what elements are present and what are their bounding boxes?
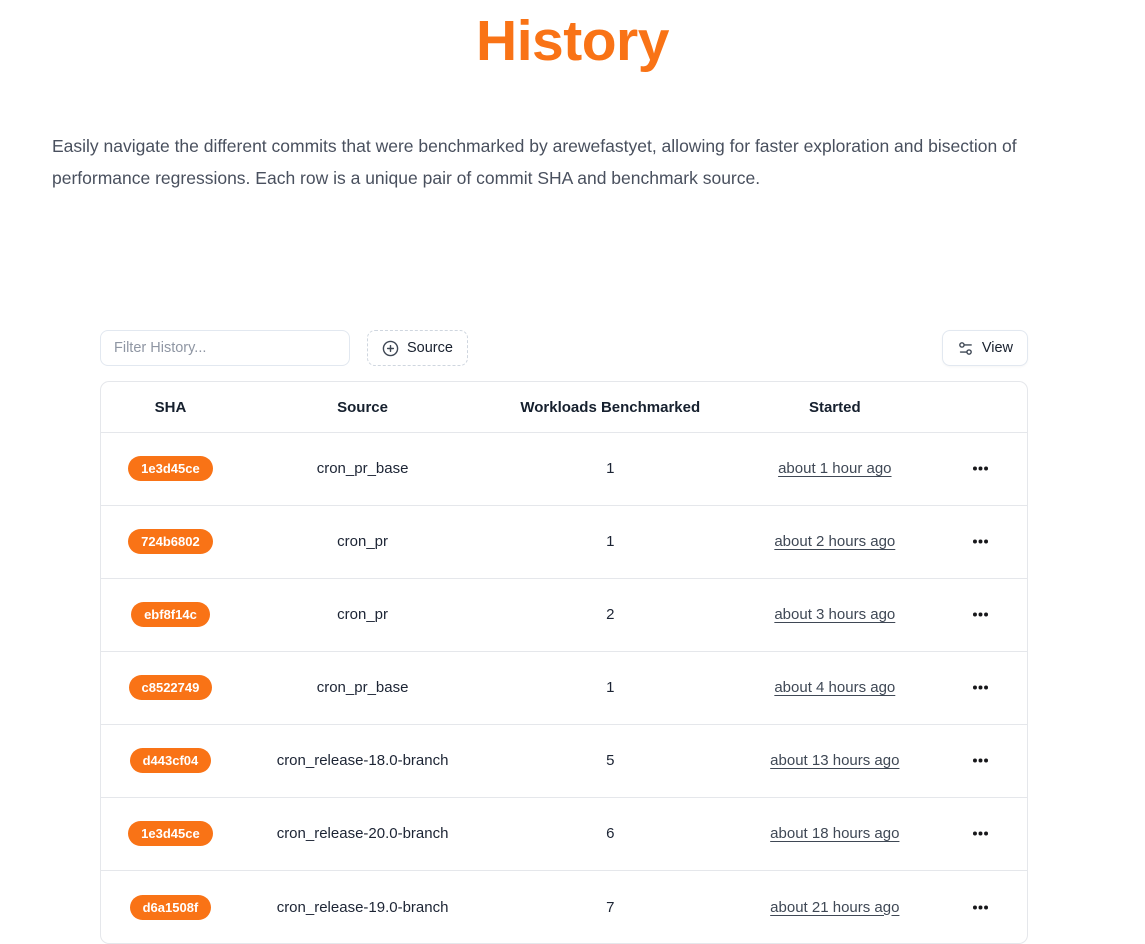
commit-sha-badge[interactable]: 1e3d45ce <box>128 821 213 846</box>
sha-cell: 1e3d45ce <box>101 432 240 505</box>
workloads-cell: 7 <box>485 870 735 943</box>
actions-cell <box>934 432 1027 505</box>
row-menu-button[interactable] <box>965 674 996 701</box>
source-filter-button[interactable]: Source <box>367 330 468 366</box>
history-table-row: 724b6802 cron_pr 1 about 2 hours ago <box>101 505 1027 578</box>
workloads-cell: 1 <box>485 432 735 505</box>
ellipsis-icon <box>971 532 990 551</box>
actions-cell <box>934 505 1027 578</box>
sha-cell: ebf8f14c <box>101 578 240 651</box>
started-link[interactable]: about 18 hours ago <box>770 825 899 842</box>
workloads-cell: 2 <box>485 578 735 651</box>
table-controls: Source View <box>100 330 1028 366</box>
sha-cell: d6a1508f <box>101 870 240 943</box>
history-table-row: d443cf04 cron_release-18.0-branch 5 abou… <box>101 724 1027 797</box>
page-description: Easily navigate the different commits th… <box>52 130 1050 194</box>
history-page: History Easily navigate the different co… <box>0 6 1145 944</box>
workloads-cell: 1 <box>485 651 735 724</box>
sha-cell: d443cf04 <box>101 724 240 797</box>
source-button-label: Source <box>407 340 453 356</box>
history-table-body: 1e3d45ce cron_pr_base 1 about 1 hour ago… <box>101 432 1027 943</box>
commit-sha-badge[interactable]: c8522749 <box>129 675 213 700</box>
source-cell: cron_pr <box>240 578 485 651</box>
filter-history-input[interactable] <box>100 330 350 366</box>
column-header-source: Source <box>240 382 485 432</box>
actions-cell <box>934 724 1027 797</box>
history-table-row: 1e3d45ce cron_pr_base 1 about 1 hour ago <box>101 432 1027 505</box>
row-menu-button[interactable] <box>965 894 996 921</box>
ellipsis-icon <box>971 605 990 624</box>
source-cell: cron_pr_base <box>240 651 485 724</box>
ellipsis-icon <box>971 678 990 697</box>
ellipsis-icon <box>971 459 990 478</box>
ellipsis-icon <box>971 898 990 917</box>
started-link[interactable]: about 1 hour ago <box>778 460 891 477</box>
started-link[interactable]: about 2 hours ago <box>774 533 895 550</box>
history-section: Source View SHA Source Workl <box>100 330 1028 944</box>
started-link[interactable]: about 21 hours ago <box>770 899 899 916</box>
history-table-row: ebf8f14c cron_pr 2 about 3 hours ago <box>101 578 1027 651</box>
row-menu-button[interactable] <box>965 747 996 774</box>
ellipsis-icon <box>971 751 990 770</box>
row-menu-button[interactable] <box>965 601 996 628</box>
commit-sha-badge[interactable]: ebf8f14c <box>131 602 210 627</box>
source-cell: cron_release-20.0-branch <box>240 797 485 870</box>
started-link[interactable]: about 3 hours ago <box>774 606 895 623</box>
history-table: SHA Source Workloads Benchmarked Started… <box>101 382 1027 943</box>
workloads-cell: 1 <box>485 505 735 578</box>
source-cell: cron_release-19.0-branch <box>240 870 485 943</box>
ellipsis-icon <box>971 824 990 843</box>
column-header-workloads: Workloads Benchmarked <box>485 382 735 432</box>
row-menu-button[interactable] <box>965 528 996 555</box>
workloads-cell: 6 <box>485 797 735 870</box>
commit-sha-badge[interactable]: 1e3d45ce <box>128 456 213 481</box>
row-menu-button[interactable] <box>965 455 996 482</box>
sha-cell: c8522749 <box>101 651 240 724</box>
source-cell: cron_pr <box>240 505 485 578</box>
actions-cell <box>934 578 1027 651</box>
sha-cell: 1e3d45ce <box>101 797 240 870</box>
history-table-row: c8522749 cron_pr_base 1 about 4 hours ag… <box>101 651 1027 724</box>
history-table-row: d6a1508f cron_release-19.0-branch 7 abou… <box>101 870 1027 943</box>
started-cell: about 4 hours ago <box>735 651 934 724</box>
source-cell: cron_release-18.0-branch <box>240 724 485 797</box>
table-header-row: SHA Source Workloads Benchmarked Started <box>101 382 1027 432</box>
started-cell: about 3 hours ago <box>735 578 934 651</box>
history-table-container: SHA Source Workloads Benchmarked Started… <box>100 381 1028 944</box>
plus-circle-icon <box>382 340 399 357</box>
page-title: History <box>0 6 1145 77</box>
commit-sha-badge[interactable]: d6a1508f <box>130 895 212 920</box>
actions-cell <box>934 797 1027 870</box>
sha-cell: 724b6802 <box>101 505 240 578</box>
started-link[interactable]: about 13 hours ago <box>770 752 899 769</box>
commit-sha-badge[interactable]: d443cf04 <box>130 748 212 773</box>
row-menu-button[interactable] <box>965 820 996 847</box>
started-cell: about 13 hours ago <box>735 724 934 797</box>
commit-sha-badge[interactable]: 724b6802 <box>128 529 213 554</box>
view-button-label: View <box>982 340 1013 356</box>
column-header-started: Started <box>735 382 934 432</box>
started-link[interactable]: about 4 hours ago <box>774 679 895 696</box>
started-cell: about 1 hour ago <box>735 432 934 505</box>
actions-cell <box>934 651 1027 724</box>
started-cell: about 21 hours ago <box>735 870 934 943</box>
column-header-sha: SHA <box>101 382 240 432</box>
started-cell: about 18 hours ago <box>735 797 934 870</box>
view-options-button[interactable]: View <box>942 330 1028 366</box>
actions-cell <box>934 870 1027 943</box>
source-cell: cron_pr_base <box>240 432 485 505</box>
column-header-actions <box>934 382 1027 432</box>
workloads-cell: 5 <box>485 724 735 797</box>
sliders-icon <box>957 340 974 357</box>
history-table-row: 1e3d45ce cron_release-20.0-branch 6 abou… <box>101 797 1027 870</box>
started-cell: about 2 hours ago <box>735 505 934 578</box>
